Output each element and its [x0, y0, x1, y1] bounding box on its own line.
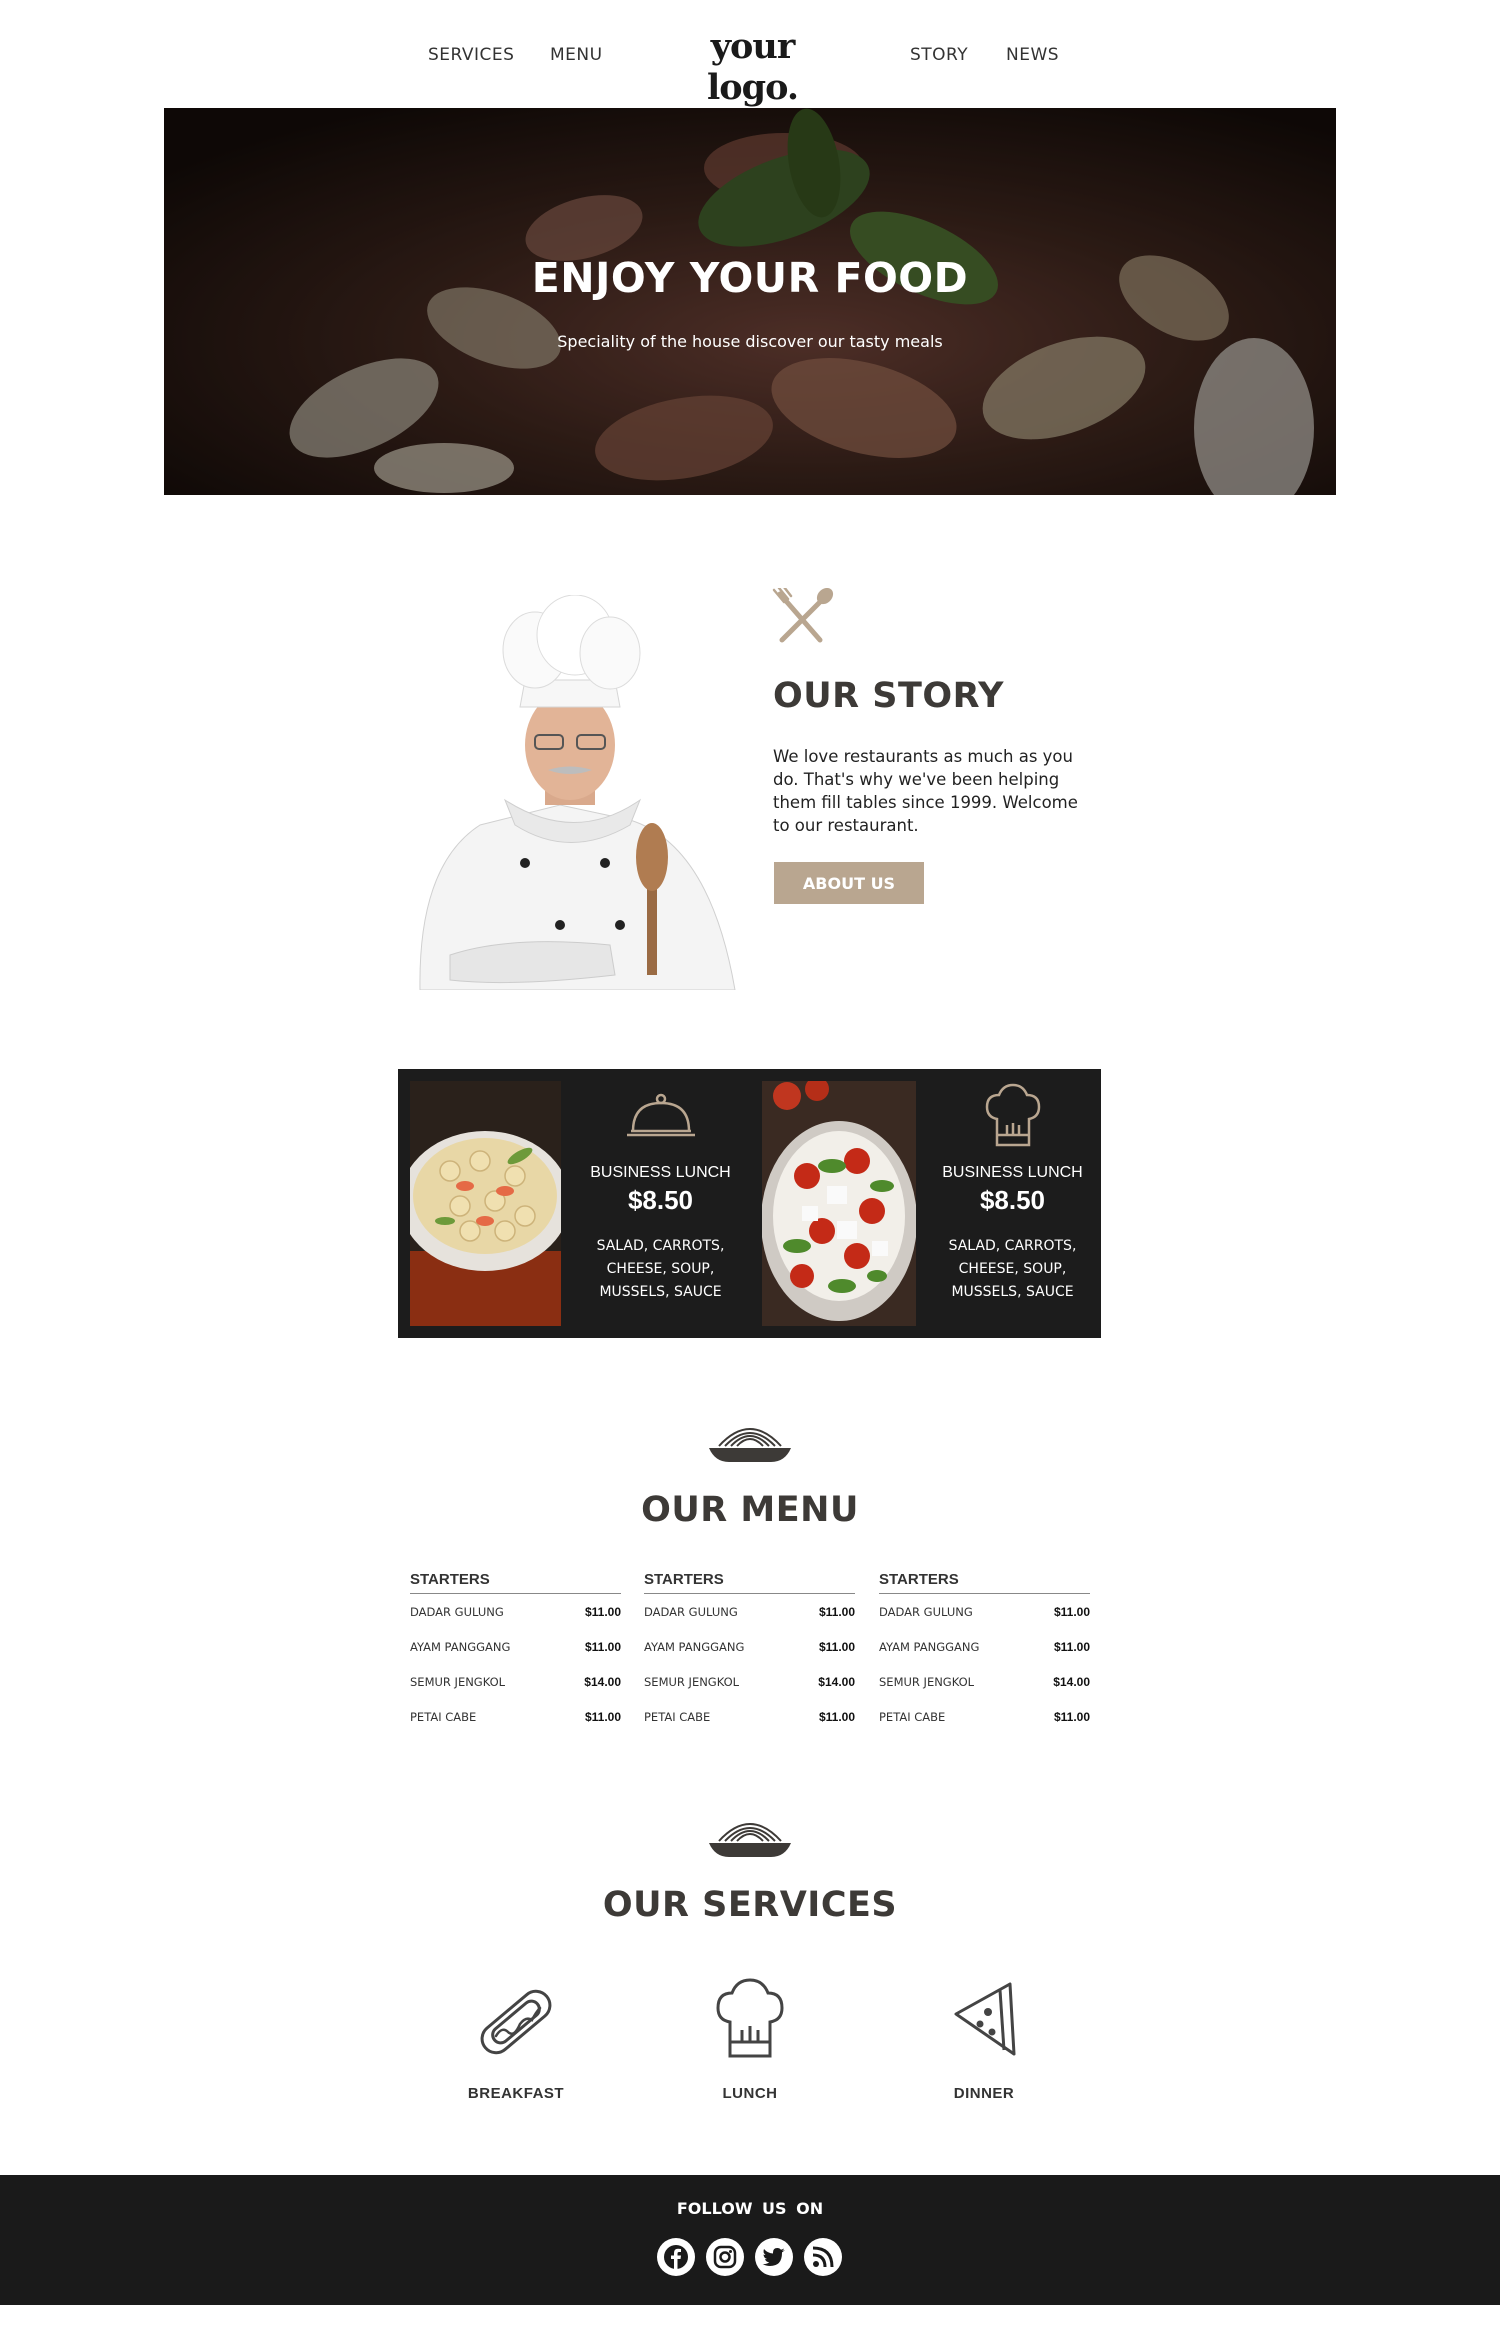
menu-item-price: $11.00: [818, 1709, 855, 1724]
footer: FOLLOW US ON: [0, 2175, 1500, 2305]
menu-item-name: PETAI CABE: [879, 1709, 946, 1724]
menu-column: STARTERS DADAR GULUNG $11.00 AYAM PANGGAN…: [410, 1571, 621, 1734]
menu-item-name: SEMUR JENGKOL: [644, 1674, 740, 1689]
menu-item-name: DADAR GULUNG: [879, 1604, 973, 1619]
hotdog-icon: [480, 1989, 552, 2055]
menu-row: SEMUR JENGKOL $14.00: [879, 1664, 1090, 1699]
menu-item-price: $14.00: [1053, 1674, 1090, 1689]
hero-subtitle: Speciality of the house discover our tas…: [557, 332, 943, 351]
menu-column: STARTERS DADAR GULUNG $11.00 AYAM PANGGAN…: [644, 1571, 855, 1734]
menu-row: AYAM PANGGANG $11.00: [644, 1629, 855, 1664]
menu-row: PETAI CABE $11.00: [410, 1699, 621, 1734]
story-text: We love restaurants as much as you do. T…: [773, 747, 1078, 835]
menu-item-price: $14.00: [818, 1674, 855, 1689]
instagram-icon: [713, 2245, 737, 2269]
follow-us-label: FOLLOW US ON: [676, 2199, 824, 2218]
noodle-bowl-icon: [709, 1428, 791, 1462]
menu-item-name: SEMUR JENGKOL: [879, 1674, 975, 1689]
menu-item-name: SEMUR JENGKOL: [410, 1674, 506, 1689]
menu-row: PETAI CABE $11.00: [879, 1699, 1090, 1734]
about-us-button[interactable]: ABOUT US: [774, 862, 924, 904]
menu-column-heading: STARTERS: [879, 1571, 1090, 1594]
menu-item-price: $11.00: [1053, 1709, 1090, 1724]
logo[interactable]: your logo.: [670, 26, 835, 108]
story-title: OUR STORY: [773, 676, 1005, 716]
menu-row: AYAM PANGGANG $11.00: [879, 1629, 1090, 1664]
twitter-button[interactable]: [755, 2238, 793, 2276]
menu-row: DADAR GULUNG $11.00: [879, 1594, 1090, 1629]
menu-item-price: $11.00: [584, 1604, 621, 1619]
pizza-slice-icon: [954, 1982, 1016, 2056]
business-lunch-strip: BUSINESS LUNCH $8.50 SALAD, CARROTS, CHE…: [398, 1069, 1101, 1338]
offer-description: SALAD, CARROTS, CHEESE, SOUP, MUSSELS, S…: [596, 1238, 725, 1300]
menu-item-name: AYAM PANGGANG: [879, 1639, 980, 1654]
noodle-bowl-icon: [709, 1823, 791, 1857]
menu-row: PETAI CABE $11.00: [644, 1699, 855, 1734]
offer-name: BUSINESS LUNCH: [942, 1164, 1083, 1181]
menu-title: OUR MENU: [641, 1490, 859, 1530]
services-title: OUR SERVICES: [602, 1885, 898, 1925]
chef-hat-icon: [716, 1978, 784, 2058]
nav-menu[interactable]: MENU: [550, 45, 603, 65]
service-label: BREAKFAST: [467, 2085, 565, 2102]
nav-news[interactable]: NEWS: [1006, 45, 1059, 65]
menu-item-name: PETAI CABE: [410, 1709, 477, 1724]
menu-item-price: $11.00: [818, 1604, 855, 1619]
menu-item-price: $11.00: [1053, 1639, 1090, 1654]
cloche-icon: [627, 1093, 695, 1137]
menu-row: DADAR GULUNG $11.00: [410, 1594, 621, 1629]
menu-item-price: $11.00: [818, 1639, 855, 1654]
twitter-icon: [762, 2248, 785, 2266]
nav-services[interactable]: SERVICES: [428, 45, 514, 65]
menu-item-price: $11.00: [1053, 1604, 1090, 1619]
service-label: LUNCH: [722, 2085, 778, 2102]
offer-name: BUSINESS LUNCH: [590, 1164, 731, 1181]
menu-row: SEMUR JENGKOL $14.00: [410, 1664, 621, 1699]
menu-item-price: $14.00: [584, 1674, 621, 1689]
menu-item-price: $11.00: [584, 1709, 621, 1724]
hero-title: ENJOY YOUR FOOD: [531, 254, 969, 302]
menu-column-heading: STARTERS: [410, 1571, 621, 1594]
chef-hat-icon: [985, 1083, 1041, 1147]
menu-column: STARTERS DADAR GULUNG $11.00 AYAM PANGGAN…: [879, 1571, 1090, 1734]
menu-item-name: AYAM PANGGANG: [644, 1639, 745, 1654]
facebook-icon: [664, 2245, 688, 2270]
menu-item-name: AYAM PANGGANG: [410, 1639, 511, 1654]
fork-spoon-icon: [772, 588, 834, 643]
instagram-button[interactable]: [706, 2238, 744, 2276]
offer-price: $8.50: [979, 1185, 1046, 1215]
pasta-dish-image: [410, 1081, 561, 1326]
offer-description: SALAD, CARROTS, CHEESE, SOUP, MUSSELS, S…: [948, 1238, 1077, 1300]
menu-row: AYAM PANGGANG $11.00: [410, 1629, 621, 1664]
nav-story[interactable]: STORY: [910, 45, 968, 65]
service-label: DINNER: [953, 2085, 1015, 2102]
offer-card: BUSINESS LUNCH $8.50 SALAD, CARROTS, CHE…: [573, 1069, 748, 1338]
rss-icon: [812, 2246, 834, 2268]
menu-item-name: DADAR GULUNG: [410, 1604, 504, 1619]
menu-item-name: PETAI CABE: [644, 1709, 711, 1724]
offer-card: BUSINESS LUNCH $8.50 SALAD, CARROTS, CHE…: [925, 1069, 1100, 1338]
menu-item-price: $11.00: [584, 1639, 621, 1654]
rss-button[interactable]: [804, 2238, 842, 2276]
hero-banner: ENJOY YOUR FOOD Speciality of the house …: [164, 108, 1336, 495]
menu-row: DADAR GULUNG $11.00: [644, 1594, 855, 1629]
chef-image: [419, 595, 736, 990]
menu-row: SEMUR JENGKOL $14.00: [644, 1664, 855, 1699]
menu-item-name: DADAR GULUNG: [644, 1604, 738, 1619]
menu-column-heading: STARTERS: [644, 1571, 855, 1594]
offer-price: $8.50: [627, 1185, 694, 1215]
facebook-button[interactable]: [657, 2238, 695, 2276]
caprese-salad-image: [762, 1081, 916, 1326]
